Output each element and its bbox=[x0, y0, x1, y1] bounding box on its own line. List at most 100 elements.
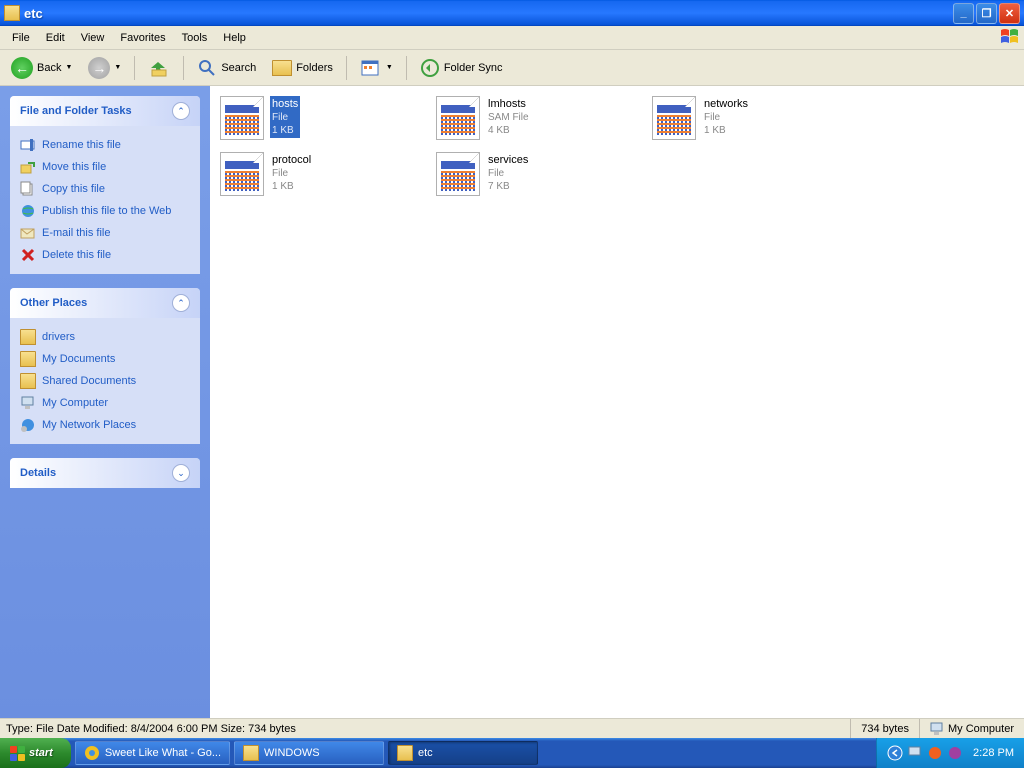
file-name: services bbox=[488, 153, 528, 167]
window-title: etc bbox=[24, 6, 953, 21]
foldersync-button[interactable]: Folder Sync bbox=[413, 54, 510, 82]
panel-places-header[interactable]: Other Places ⌃ bbox=[10, 288, 200, 318]
menu-file[interactable]: File bbox=[4, 30, 38, 46]
file-size: 1 KB bbox=[704, 124, 748, 137]
folders-button[interactable]: Folders bbox=[265, 56, 340, 80]
file-name: networks bbox=[704, 97, 748, 111]
folders-label: Folders bbox=[296, 62, 333, 74]
folder-icon bbox=[20, 351, 36, 367]
start-label: start bbox=[29, 747, 53, 759]
views-button[interactable]: ▼ bbox=[353, 54, 400, 82]
network-icon bbox=[20, 417, 36, 433]
toolbar-separator bbox=[183, 56, 184, 80]
close-button[interactable]: ✕ bbox=[999, 3, 1020, 24]
clock[interactable]: 2:28 PM bbox=[973, 747, 1014, 759]
file-icon bbox=[220, 96, 264, 140]
menu-favorites[interactable]: Favorites bbox=[112, 30, 173, 46]
window-buttons: _ ❐ ✕ bbox=[953, 3, 1020, 24]
tray-hide-icon[interactable] bbox=[887, 745, 903, 761]
forward-button[interactable]: → ▼ bbox=[81, 53, 128, 83]
side-panel: File and Folder Tasks ⌃ Rename this file… bbox=[0, 86, 210, 718]
rename-icon bbox=[20, 137, 36, 153]
file-label: protocolFile1 KB bbox=[270, 152, 313, 194]
views-icon bbox=[360, 58, 382, 78]
collapse-icon[interactable]: ⌃ bbox=[172, 294, 190, 312]
maximize-button[interactable]: ❐ bbox=[976, 3, 997, 24]
search-button[interactable]: Search bbox=[190, 54, 263, 82]
file-item-hosts[interactable]: hostsFile1 KB bbox=[218, 94, 434, 150]
file-item-networks[interactable]: networksFile1 KB bbox=[650, 94, 866, 150]
place-mycomputer[interactable]: My Computer bbox=[20, 392, 190, 414]
file-view[interactable]: hostsFile1 KBlmhostsSAM File4 KBnetworks… bbox=[210, 86, 1024, 718]
folder-icon bbox=[243, 745, 259, 761]
taskbar-item-etc[interactable]: etc bbox=[388, 741, 538, 765]
menu-edit[interactable]: Edit bbox=[38, 30, 73, 46]
tray-icon[interactable] bbox=[907, 745, 923, 761]
folders-icon bbox=[272, 60, 292, 76]
tray-icon[interactable] bbox=[947, 745, 963, 761]
menu-help[interactable]: Help bbox=[215, 30, 254, 46]
status-location: My Computer bbox=[919, 719, 1024, 738]
file-item-protocol[interactable]: protocolFile1 KB bbox=[218, 150, 434, 206]
file-type: File bbox=[704, 111, 748, 124]
file-type: File bbox=[272, 111, 298, 124]
statusbar: Type: File Date Modified: 8/4/2004 6:00 … bbox=[0, 718, 1024, 738]
taskbar-item-windows[interactable]: WINDOWS bbox=[234, 741, 384, 765]
place-drivers[interactable]: drivers bbox=[20, 326, 190, 348]
back-label: Back bbox=[37, 62, 61, 74]
file-icon bbox=[652, 96, 696, 140]
collapse-icon[interactable]: ⌃ bbox=[172, 102, 190, 120]
taskbar: start Sweet Like What - Go... WINDOWS et… bbox=[0, 738, 1024, 768]
panel-details-title: Details bbox=[20, 467, 56, 479]
file-icon bbox=[436, 96, 480, 140]
toolbar: ← Back ▼ → ▼ Search Folders ▼ Folder Syn… bbox=[0, 50, 1024, 86]
task-email[interactable]: E-mail this file bbox=[20, 222, 190, 244]
file-item-lmhosts[interactable]: lmhostsSAM File4 KB bbox=[434, 94, 650, 150]
copy-icon bbox=[20, 181, 36, 197]
file-item-services[interactable]: servicesFile7 KB bbox=[434, 150, 650, 206]
back-button[interactable]: ← Back ▼ bbox=[4, 53, 79, 83]
delete-icon bbox=[20, 247, 36, 263]
up-button[interactable] bbox=[141, 53, 177, 83]
file-label: lmhostsSAM File4 KB bbox=[486, 96, 531, 138]
panel-tasks-title: File and Folder Tasks bbox=[20, 105, 132, 117]
status-size: 734 bytes bbox=[850, 719, 919, 738]
file-type: File bbox=[272, 167, 311, 180]
file-icon bbox=[436, 152, 480, 196]
panel-details-header[interactable]: Details ⌄ bbox=[10, 458, 200, 488]
foldersync-icon bbox=[420, 58, 440, 78]
search-icon bbox=[197, 58, 217, 78]
tray-icon[interactable] bbox=[927, 745, 943, 761]
panel-places-title: Other Places bbox=[20, 297, 87, 309]
window-icon bbox=[4, 5, 20, 21]
status-text: Type: File Date Modified: 8/4/2004 6:00 … bbox=[0, 723, 850, 735]
folder-icon bbox=[20, 373, 36, 389]
toolbar-separator bbox=[346, 56, 347, 80]
foldersync-label: Folder Sync bbox=[444, 62, 503, 74]
back-icon: ← bbox=[11, 57, 33, 79]
menu-tools[interactable]: Tools bbox=[174, 30, 216, 46]
panel-tasks-header[interactable]: File and Folder Tasks ⌃ bbox=[10, 96, 200, 126]
expand-icon[interactable]: ⌄ bbox=[172, 464, 190, 482]
file-label: networksFile1 KB bbox=[702, 96, 750, 138]
search-label: Search bbox=[221, 62, 256, 74]
place-shared[interactable]: Shared Documents bbox=[20, 370, 190, 392]
menu-view[interactable]: View bbox=[73, 30, 113, 46]
file-name: hosts bbox=[272, 97, 298, 111]
computer-icon bbox=[20, 395, 36, 411]
place-documents[interactable]: My Documents bbox=[20, 348, 190, 370]
system-tray[interactable]: 2:28 PM bbox=[876, 738, 1024, 768]
minimize-button[interactable]: _ bbox=[953, 3, 974, 24]
start-button[interactable]: start bbox=[0, 738, 71, 768]
task-delete[interactable]: Delete this file bbox=[20, 244, 190, 266]
task-copy[interactable]: Copy this file bbox=[20, 178, 190, 200]
toolbar-separator bbox=[134, 56, 135, 80]
task-rename[interactable]: Rename this file bbox=[20, 134, 190, 156]
task-publish[interactable]: Publish this file to the Web bbox=[20, 200, 190, 222]
back-dropdown-icon: ▼ bbox=[65, 64, 72, 71]
task-move[interactable]: Move this file bbox=[20, 156, 190, 178]
panel-places-body: drivers My Documents Shared Documents My… bbox=[10, 318, 200, 444]
place-network[interactable]: My Network Places bbox=[20, 414, 190, 436]
file-label: hostsFile1 KB bbox=[270, 96, 300, 138]
taskbar-item-chrome[interactable]: Sweet Like What - Go... bbox=[75, 741, 230, 765]
